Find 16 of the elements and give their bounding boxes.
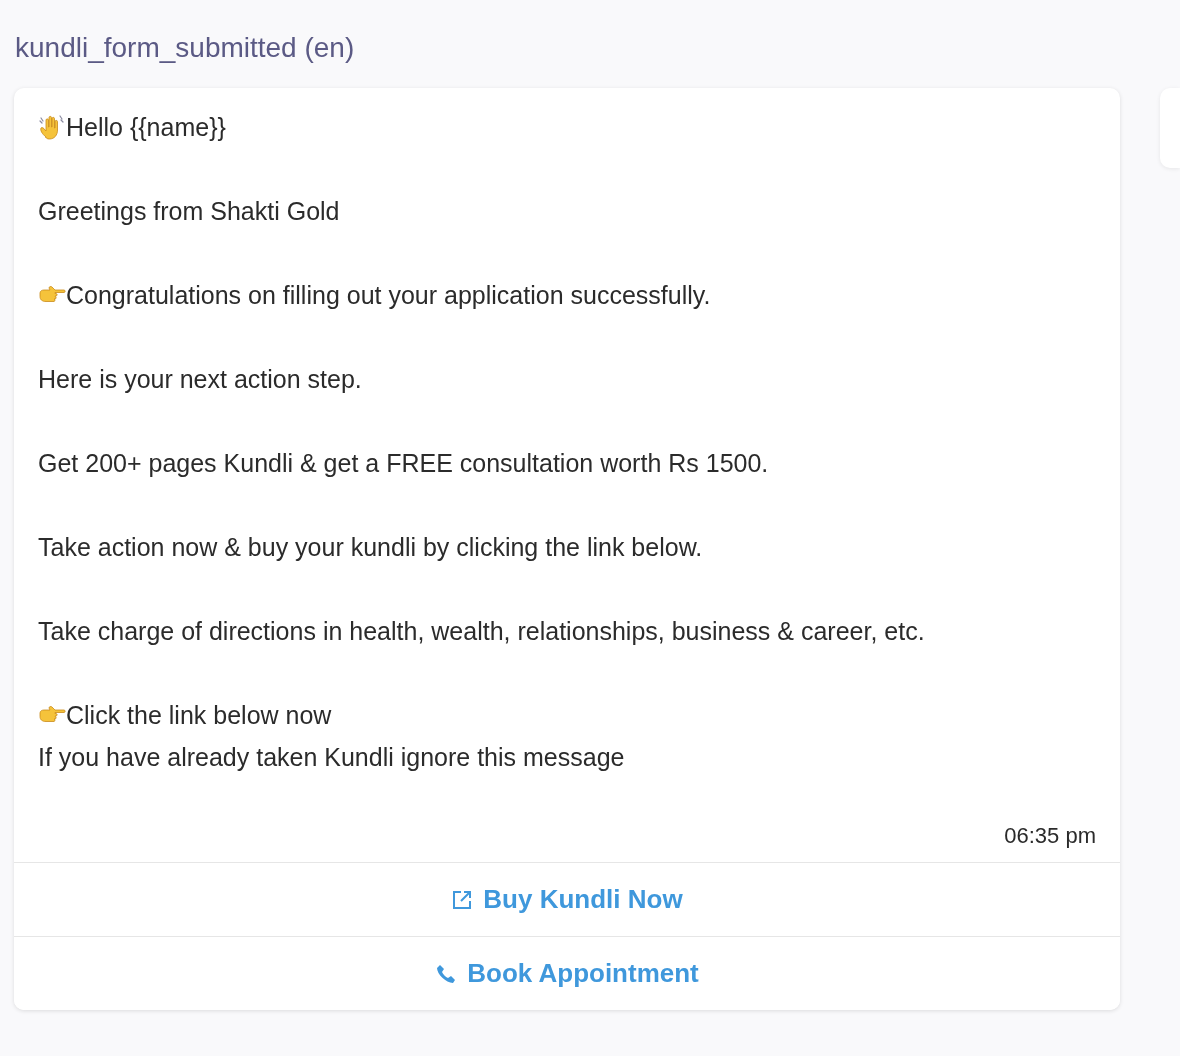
message-text: Congratulations on filling out your application successfully. [66,280,711,311]
message-text: Click the link below now [66,700,332,731]
message-time: 06:35 pm [1004,822,1096,850]
message-text: Take charge of directions in health, wealth, relationships, business & career, etc. [38,616,925,647]
message-text: Here is your next action step. [38,364,362,395]
phone-icon [435,962,458,985]
template-title: kundli_form_submitted (en) [15,31,356,65]
message-text: Hello {{name}} [66,112,226,143]
waving-hand-icon [38,113,66,141]
call-button[interactable]: Book Appointment [14,936,1120,1010]
external-link-icon [451,888,474,911]
message-text: Greetings from Shakti Gold [38,196,340,227]
message-text: If you have already taken Kundli ignore this message [38,742,625,773]
link-button[interactable]: Buy Kundli Now [14,862,1120,936]
message-text: Get 200+ pages Kundli & get a FREE consultation worth Rs 1500. [38,448,769,479]
message-text: Take action now & buy your kundli by clicking the link below. [38,532,703,563]
